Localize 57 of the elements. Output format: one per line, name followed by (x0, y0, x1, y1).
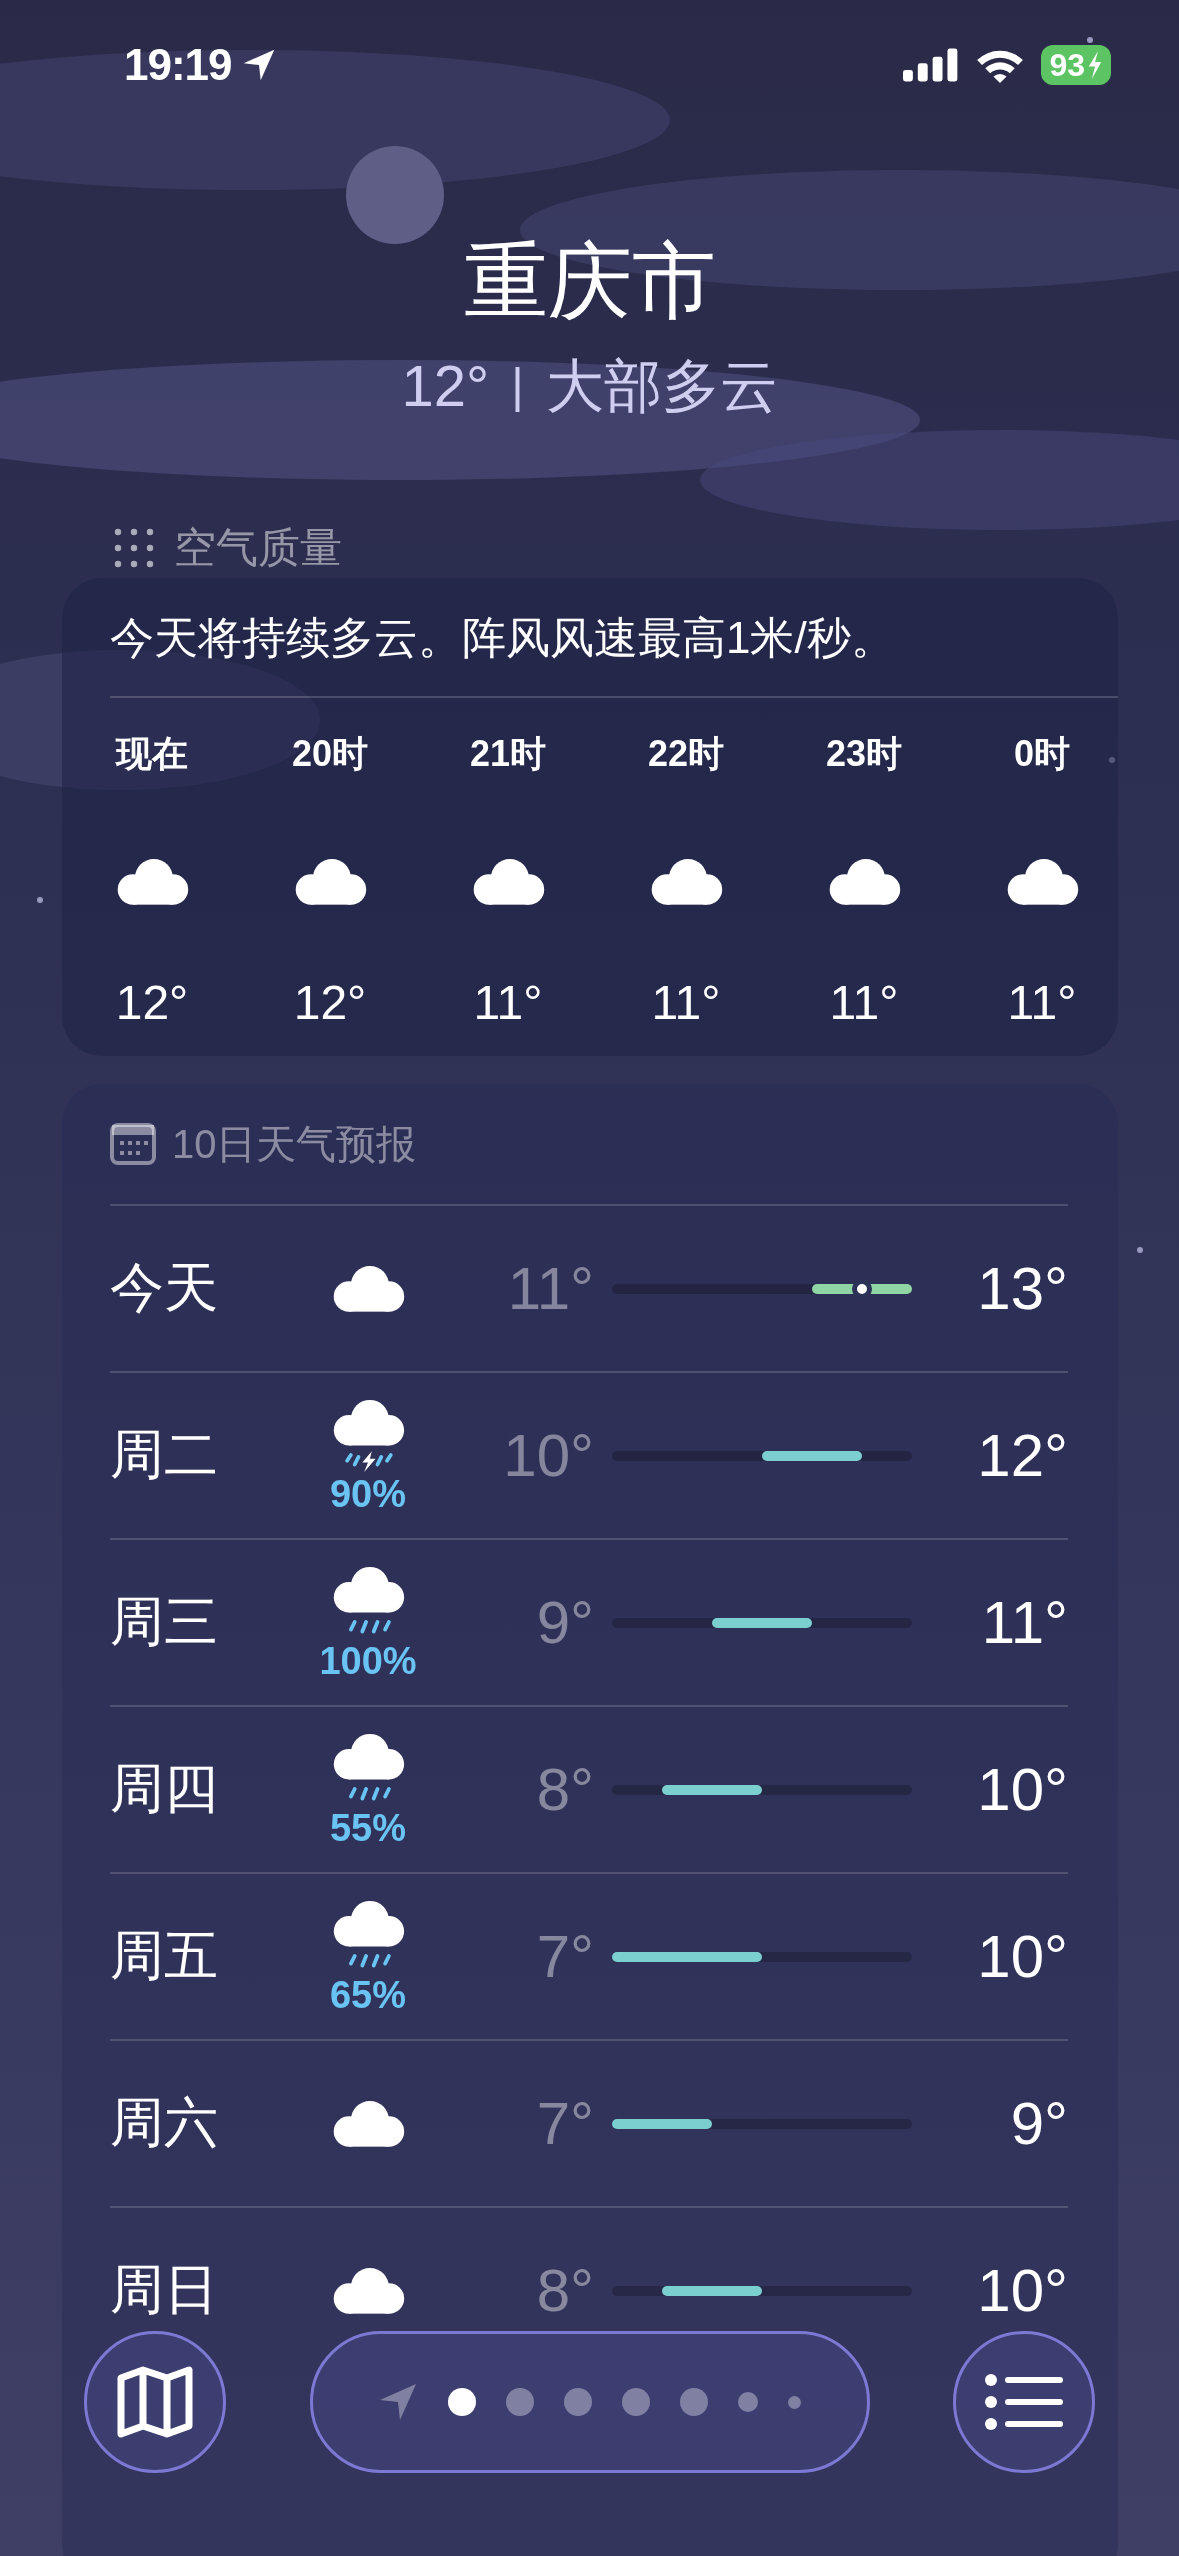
hour-temperature: 12° (293, 975, 367, 1030)
low-temperature: 8° (535, 1755, 595, 1824)
high-temperature: 12° (976, 1421, 1068, 1490)
list-icon (985, 2374, 1063, 2430)
page-dot[interactable] (622, 2388, 650, 2416)
precipitation-chance: 90% (329, 1473, 407, 1514)
high-temperature: 10° (976, 1922, 1068, 1991)
page-dot[interactable] (680, 2388, 708, 2416)
page-dot[interactable] (738, 2392, 758, 2412)
day-label: 周五 (110, 1924, 219, 1987)
day-label: 周六 (110, 2091, 219, 2154)
city-name: 重庆市 (463, 233, 716, 330)
high-temperature: 13° (976, 1254, 1068, 1323)
separator: | (511, 358, 524, 414)
day-label: 周二 (110, 1423, 219, 1486)
signal-icon (903, 48, 960, 82)
day-label: 周日 (110, 2258, 219, 2321)
hour-label: 22时 (647, 732, 724, 774)
high-temperature: 10° (976, 2256, 1068, 2325)
weather-condition: 大部多云 (545, 352, 778, 420)
low-temperature: 8° (535, 2256, 595, 2325)
calendar-icon (110, 1123, 156, 1165)
hour-temperature: 11° (829, 975, 899, 1030)
current-temperature: 12° (401, 352, 490, 420)
high-temperature: 9° (1009, 2089, 1068, 2158)
page-dot[interactable] (506, 2388, 534, 2416)
battery-indicator: 93 (1041, 45, 1111, 85)
low-temperature: 11° (506, 1254, 595, 1323)
day-label: 今天 (110, 1256, 219, 1319)
high-temperature: 11° (980, 1588, 1068, 1657)
hour-temperature: 11° (1007, 975, 1077, 1030)
precipitation-chance: 100% (319, 1640, 417, 1681)
precipitation-chance: 65% (329, 1974, 407, 2015)
page-dot[interactable] (564, 2388, 592, 2416)
hour-label: 23时 (825, 732, 902, 774)
page-dot[interactable] (788, 2395, 801, 2409)
high-temperature: 10° (976, 1755, 1068, 1824)
day-label: 周三 (110, 1590, 219, 1653)
hour-label: 20时 (291, 732, 368, 774)
hour-label: 21时 (469, 732, 546, 774)
low-temperature: 7° (535, 1922, 595, 1991)
precipitation-chance: 55% (329, 1807, 407, 1848)
section-title: 10日天气预报 (172, 1120, 417, 1168)
map-icon (117, 2366, 193, 2438)
hour-temperature: 12° (115, 975, 189, 1030)
status-time: 19:19 (124, 40, 232, 90)
low-temperature: 9° (535, 1588, 595, 1657)
day-label: 周四 (110, 1757, 219, 1820)
hour-label: 现在 (116, 732, 188, 774)
low-temperature: 10° (502, 1421, 595, 1490)
low-temperature: 7° (535, 2089, 595, 2158)
weather-summary: 今天将持续多云。阵风风速最高1米/秒。 (109, 612, 896, 664)
location-arrow-icon[interactable] (378, 2382, 418, 2422)
hour-label: 0时 (1014, 732, 1070, 774)
section-title: 空气质量 (174, 523, 342, 573)
hour-temperature: 11° (651, 975, 721, 1030)
hour-temperature: 11° (473, 975, 543, 1030)
